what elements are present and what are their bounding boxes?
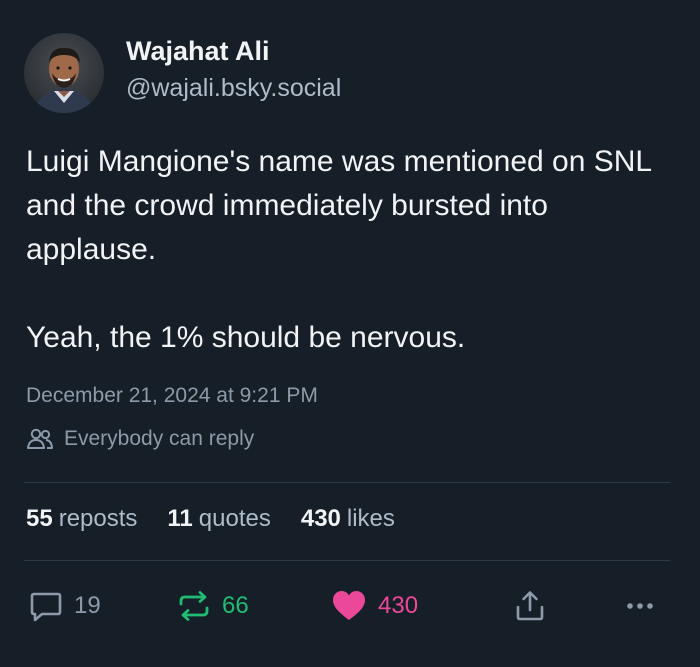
likes-label: likes xyxy=(346,505,395,532)
share-icon xyxy=(516,591,544,621)
more-options-button[interactable] xyxy=(622,586,658,626)
repost-button[interactable]: 66 xyxy=(176,586,249,626)
reply-setting: Everybody can reply xyxy=(26,427,254,451)
reply-setting-label: Everybody can reply xyxy=(64,427,255,450)
reposts-label: reposts xyxy=(58,505,138,532)
quotes-stat[interactable]: 11 quotes xyxy=(167,505,270,533)
like-button[interactable]: 430 xyxy=(330,586,418,626)
more-dots-icon xyxy=(627,603,653,609)
repost-count: 66 xyxy=(222,592,249,619)
avatar-image xyxy=(24,33,104,113)
handle[interactable]: @wajali.bsky.social xyxy=(126,72,341,104)
repost-arrows-icon xyxy=(179,591,209,621)
divider xyxy=(24,482,670,483)
post-timestamp[interactable]: December 21, 2024 at 9:21 PM xyxy=(26,384,318,408)
reposts-stat[interactable]: 55 reposts xyxy=(26,505,137,533)
display-name[interactable]: Wajahat Ali xyxy=(126,34,341,68)
share-button[interactable] xyxy=(512,586,548,626)
reply-count: 19 xyxy=(74,592,101,619)
likes-count: 430 xyxy=(300,505,341,532)
quotes-count: 11 xyxy=(167,505,193,532)
avatar[interactable] xyxy=(24,33,104,113)
like-count: 430 xyxy=(378,592,419,619)
likes-stat[interactable]: 430 likes xyxy=(301,505,395,533)
people-icon xyxy=(27,428,53,449)
speech-bubble-icon xyxy=(30,592,62,622)
heart-icon xyxy=(333,591,365,620)
reply-button[interactable]: 19 xyxy=(28,586,101,626)
action-bar: 19 66 430 xyxy=(24,586,670,626)
engagement-stats: 55 reposts 11 quotes 430 likes xyxy=(26,505,425,533)
quotes-label: quotes xyxy=(198,505,271,532)
post-paragraph: Luigi Mangione's name was mentioned on S… xyxy=(26,145,651,266)
post-header: Wajahat Ali @wajali.bsky.social xyxy=(24,33,341,113)
author-info: Wajahat Ali @wajali.bsky.social xyxy=(126,34,341,104)
post-card: Wajahat Ali @wajali.bsky.social Luigi Ma… xyxy=(0,0,700,667)
divider xyxy=(24,560,670,561)
post-paragraph: Yeah, the 1% should be nervous. xyxy=(26,321,466,354)
post-text: Luigi Mangione's name was mentioned on S… xyxy=(26,140,686,360)
reposts-count: 55 xyxy=(26,505,53,532)
